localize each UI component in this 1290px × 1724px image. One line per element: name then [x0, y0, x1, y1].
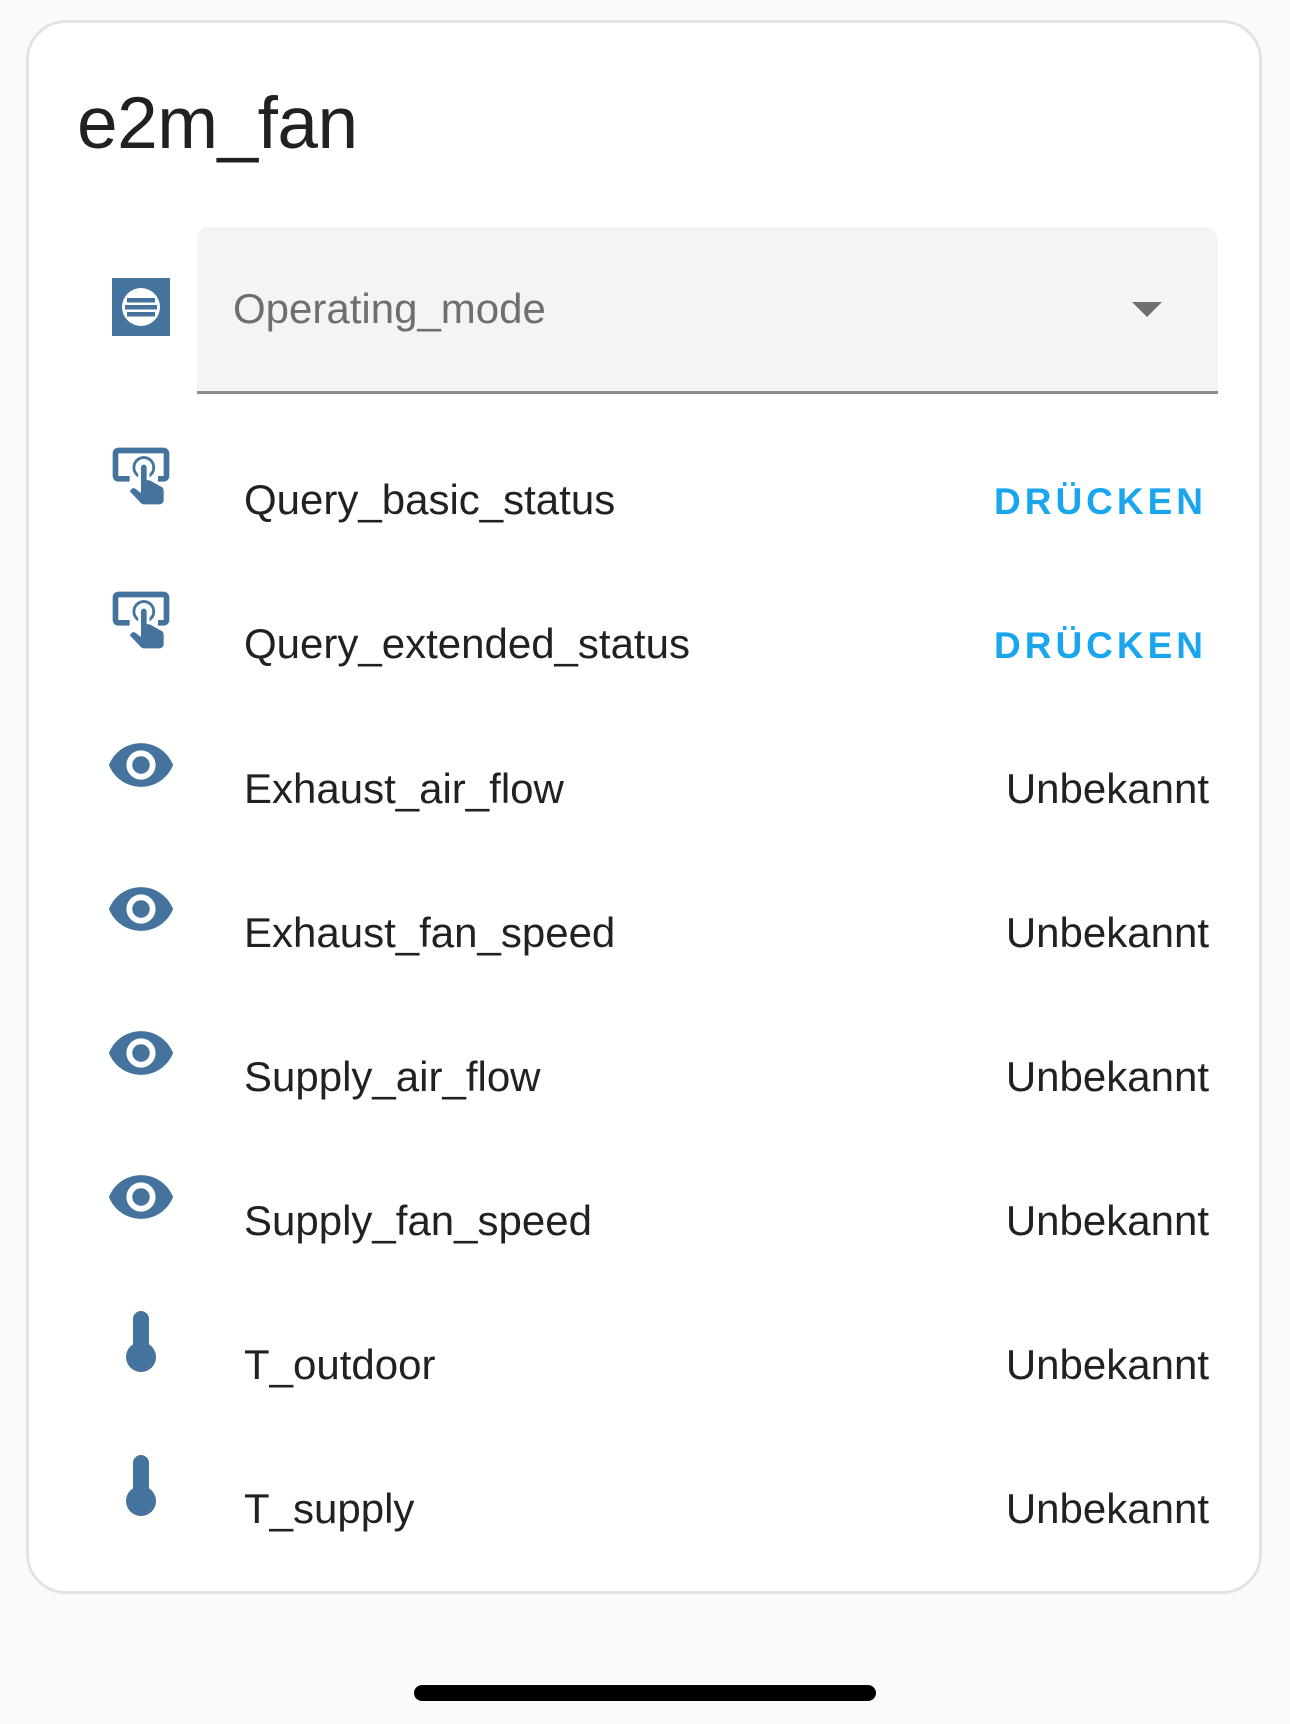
card-title: e2m_fan [77, 83, 358, 164]
row-label-exhaust-air-flow: Exhaust_air_flow [244, 765, 564, 812]
thermometer-icon [101, 1445, 181, 1525]
eye-icon [101, 725, 181, 805]
format-list-bulleted-circle-icon [101, 267, 181, 347]
eye-icon [101, 869, 181, 949]
row-label-query-extended-status: Query_extended_status [244, 620, 690, 667]
chevron-down-icon[interactable] [1132, 302, 1162, 317]
eye-icon [101, 1157, 181, 1237]
query-basic-status-press-button[interactable]: DRÜCKEN [994, 483, 1207, 520]
row-label-t-outdoor: T_outdoor [244, 1341, 436, 1388]
thermometer-icon [101, 1301, 181, 1381]
operating-mode-label: Operating_mode [233, 285, 546, 332]
t-outdoor-value: Unbekannt [1005, 1341, 1209, 1388]
query-extended-status-press-button[interactable]: DRÜCKEN [994, 627, 1207, 664]
gesture-tap-button-icon [101, 580, 181, 660]
row-label-exhaust-fan-speed: Exhaust_fan_speed [244, 909, 616, 956]
t-supply-value: Unbekannt [1005, 1485, 1209, 1532]
exhaust-air-flow-value: Unbekannt [1005, 765, 1209, 812]
operating-mode-select[interactable]: Operating_mode [197, 227, 1218, 394]
gesture-tap-button-icon [101, 436, 181, 516]
row-label-query-basic-status: Query_basic_status [244, 476, 616, 523]
entities-card: e2m_fan Operating_mode Query_basic_statu… [26, 20, 1262, 1594]
supply-fan-speed-value: Unbekannt [1005, 1197, 1209, 1244]
home-indicator[interactable] [414, 1685, 876, 1701]
exhaust-fan-speed-value: Unbekannt [1005, 909, 1209, 956]
row-label-supply-air-flow: Supply_air_flow [244, 1053, 541, 1100]
eye-icon [101, 1013, 181, 1093]
row-label-supply-fan-speed: Supply_fan_speed [244, 1197, 592, 1244]
row-label-t-supply: T_supply [244, 1485, 415, 1532]
supply-air-flow-value: Unbekannt [1005, 1053, 1209, 1100]
